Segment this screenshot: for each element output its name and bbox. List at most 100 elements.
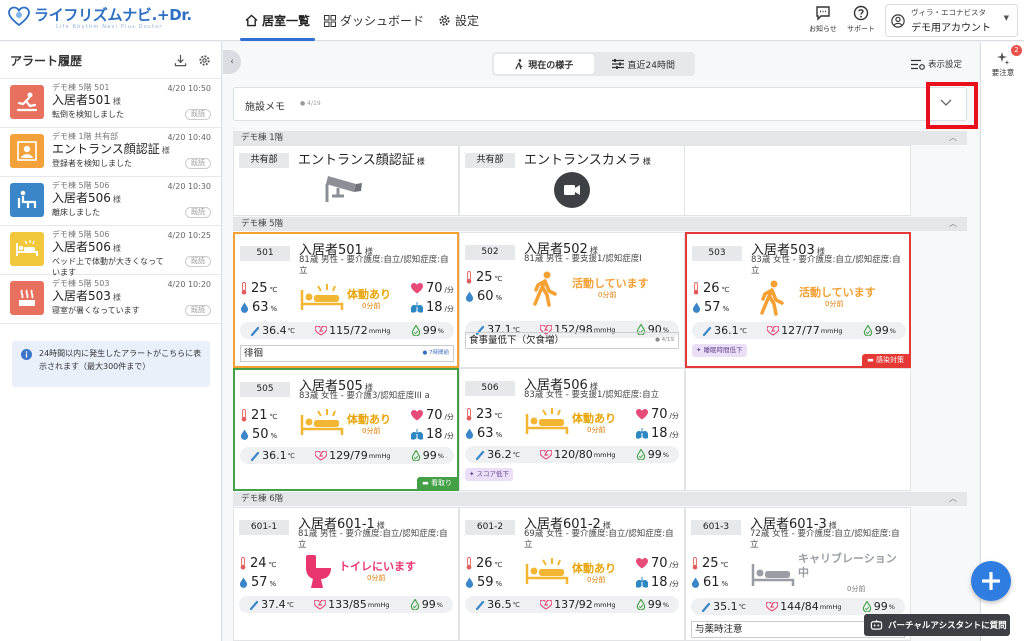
thermometer-icon [466,408,472,421]
heart-rate: 70/分 [411,408,454,423]
room-list-main: ‹ 現在の様子 直近24時間 表示設定 施設メモ ● 4/19 デモ棟 1階 ︿ … [223,42,979,641]
mark-read-button[interactable]: 既読 [185,158,211,169]
room-humidity: 60% [465,289,502,304]
resident-info: 83歳 女性 - 要支援1/認知症度:自立 [524,390,660,400]
room-humidity: 59% [465,575,502,590]
tab-last-24h[interactable]: 直近24時間 [594,54,694,74]
alert-message: 登録者を検知しました [52,159,132,168]
room-card-601-1[interactable]: 601-1 入居者601-1 様 81歳 男性 - 要介護度:自立/認知症度:自立… [233,507,459,641]
resident-info: 81歳 男性 - 要介護度:自立/認知症度:自立 [299,255,449,276]
thermometer-icon [692,557,698,570]
section-floor-5[interactable]: デモ棟 5階 ︿ [233,217,967,231]
app-logo[interactable]: ライフリズムナビ.+Dr. Life Rhythm Navi Plus Doct… [8,6,192,30]
timeline-icon [611,59,624,69]
oxygen-saturation: 99% [636,598,669,611]
care-note[interactable]: 徘徊 ● 7時間前 [240,345,454,362]
resident-info: 69歳 女性 - 要介護度:自立/認知症度:自立 [524,529,674,550]
oxygen-saturation: 99% [411,449,444,462]
shared-card-entrance-camera[interactable]: 共有部 エントランスカメラ様 [459,145,685,216]
room-card-503[interactable]: 503 入居者503 様 83歳 女性 - 要介護度:自立/認知症度:自立 26 ℃… [685,232,911,368]
water-drop-icon [240,429,249,440]
account-menu[interactable]: ヴィラ・エコナビスタ デモ用アカウント ▼ [885,4,1018,37]
chevron-up-icon[interactable]: ︿ [949,492,957,506]
attention-button[interactable]: 2 要注意 [981,42,1024,82]
resident-info: 81歳 男性 - 要支援1/認知症度I [524,254,642,264]
section-floor-1[interactable]: デモ棟 1階 ︿ [233,131,967,145]
oxygen-saturation: 99% [410,598,443,611]
blood-pressure-icon [766,601,779,612]
logo-heart-icon [8,6,30,27]
alert-item[interactable]: デモ棟 5階 506 4/20 10:25 入居者506 様 ベッド上で体動が大き… [0,226,221,277]
lungs-icon [636,577,648,588]
tab-current-status-label: 現在の様子 [528,60,574,71]
honorific: 様 [112,195,121,204]
resident-info: 83歳 女性 - 要介護3/認知症度III a [299,391,430,401]
thermometer-icon [241,282,247,295]
section-floor-6[interactable]: デモ棟 6階 ︿ [233,492,967,506]
alert-item[interactable]: デモ棟 5階 503 4/20 10:20 入居者503 様 寝室が暑くなっていま… [0,275,221,324]
vital-signs: 36.1 ℃ 129/79 mmHg 99% [240,447,454,464]
filter-icon [911,59,925,70]
shared-tag: 共有部 [239,153,289,168]
alert-item[interactable]: デモ棟 1階 共有部 4/20 10:40 エントランス顔認証様 登録者を検知し… [0,128,221,177]
alert-message: 離床しました [52,208,100,217]
spo2-icon [863,325,872,336]
room-number: 601-3 [691,520,741,535]
empty-card [685,145,911,216]
bed-movement-icon [300,284,344,310]
room-card-506[interactable]: 506 入居者506 様 83歳 女性 - 要支援1/認知症度:自立 23 ℃ 63… [459,368,685,491]
room-number: 601-1 [239,520,289,535]
caret-down-icon: ▼ [1003,14,1009,22]
room-card-505[interactable]: 505 入居者505 様 83歳 女性 - 要介護3/認知症度III a 21 ℃ … [233,368,459,491]
nav-room-list-label: 居室一覧 [262,14,311,28]
mark-read-button[interactable]: 既読 [185,305,211,316]
infection-control-badge: ▬ 感染対策 [862,354,909,366]
vital-signs: 36.1 ℃ 127/77 mmHg 99% [692,322,906,339]
chevron-up-icon[interactable]: ︿ [949,131,957,145]
toilet-icon [306,555,331,588]
notice-button[interactable]: お知らせ [805,5,841,34]
room-number: 505 [240,382,290,397]
highlight-annotation [926,82,978,129]
nav-dashboard[interactable]: ダッシュボード [317,0,431,41]
alert-settings-icon[interactable] [198,54,211,67]
chevron-up-icon[interactable]: ︿ [949,217,957,231]
facility-memo[interactable]: 施設メモ ● 4/19 [233,87,967,121]
heat-icon [10,281,44,315]
spo2-icon [862,601,871,612]
tab-current-status[interactable]: 現在の様子 [494,54,594,74]
display-settings-button[interactable]: 表示設定 [911,58,962,70]
body-temperature: 36.1 ℃ [702,324,747,337]
support-button[interactable]: サポート [843,5,879,34]
alert-time: 4/20 10:20 [167,280,211,289]
care-note[interactable]: 食事量低下（欠食増） ● 4/19 [465,332,679,349]
room-card-601-2[interactable]: 601-2 入居者601-2 様 69歳 女性 - 要介護度:自立/認知症度:自立… [459,507,685,641]
top-bar: ライフリズムナビ.+Dr. Life Rhythm Navi Plus Doct… [0,0,1024,41]
respiration-rate: 18/分 [636,575,679,590]
nav-room-list[interactable]: 居室一覧 [238,0,317,41]
room-card-501[interactable]: 501 入居者501 様 81歳 男性 - 要介護度:自立/認知症度:自立 25 ℃… [233,232,459,368]
room-number: 501 [240,246,290,261]
body-temperature: 36.1 ℃ [250,449,295,462]
mark-read-button[interactable]: 既読 [185,207,211,218]
nav-settings[interactable]: 設定 [431,0,486,41]
mark-read-button[interactable]: 既読 [185,109,211,120]
display-settings-label: 表示設定 [928,60,963,70]
logo-subtitle: Life Rhythm Navi Plus Doctor [56,24,163,30]
collapse-panel-button[interactable]: ‹ [223,50,241,74]
shared-card-face-auth[interactable]: 共有部 エントランス顔認証様 [233,145,459,216]
empty-card [685,368,911,491]
room-card-502[interactable]: 502 入居者502 様 81歳 男性 - 要支援1/認知症度I 25 ℃ 60% … [459,232,685,368]
resident-info: 83歳 女性 - 要介護度:自立/認知症度:自立 [751,255,901,276]
facility-memo-title: 施設メモ [245,102,285,113]
download-icon[interactable] [174,54,187,67]
alert-history-note: 24時間以内に発生したアラートがこちらに表示されます（最大300件まで） [12,341,210,387]
mark-read-button[interactable]: 既読 [185,256,211,267]
alert-item[interactable]: デモ棟 5階 501 4/20 10:50 入居者501 様 転倒を検知しました … [0,79,221,128]
virtual-assistant-button[interactable]: バーチャルアシスタントに質問 [864,614,1010,636]
account-name: デモ用アカウント [911,23,991,34]
add-button[interactable] [971,561,1011,601]
walking-person-icon [760,280,784,316]
alert-item[interactable]: デモ棟 5階 506 4/20 10:30 入居者506 様 離床しました 既読 [0,177,221,226]
room-number: 503 [692,246,742,261]
